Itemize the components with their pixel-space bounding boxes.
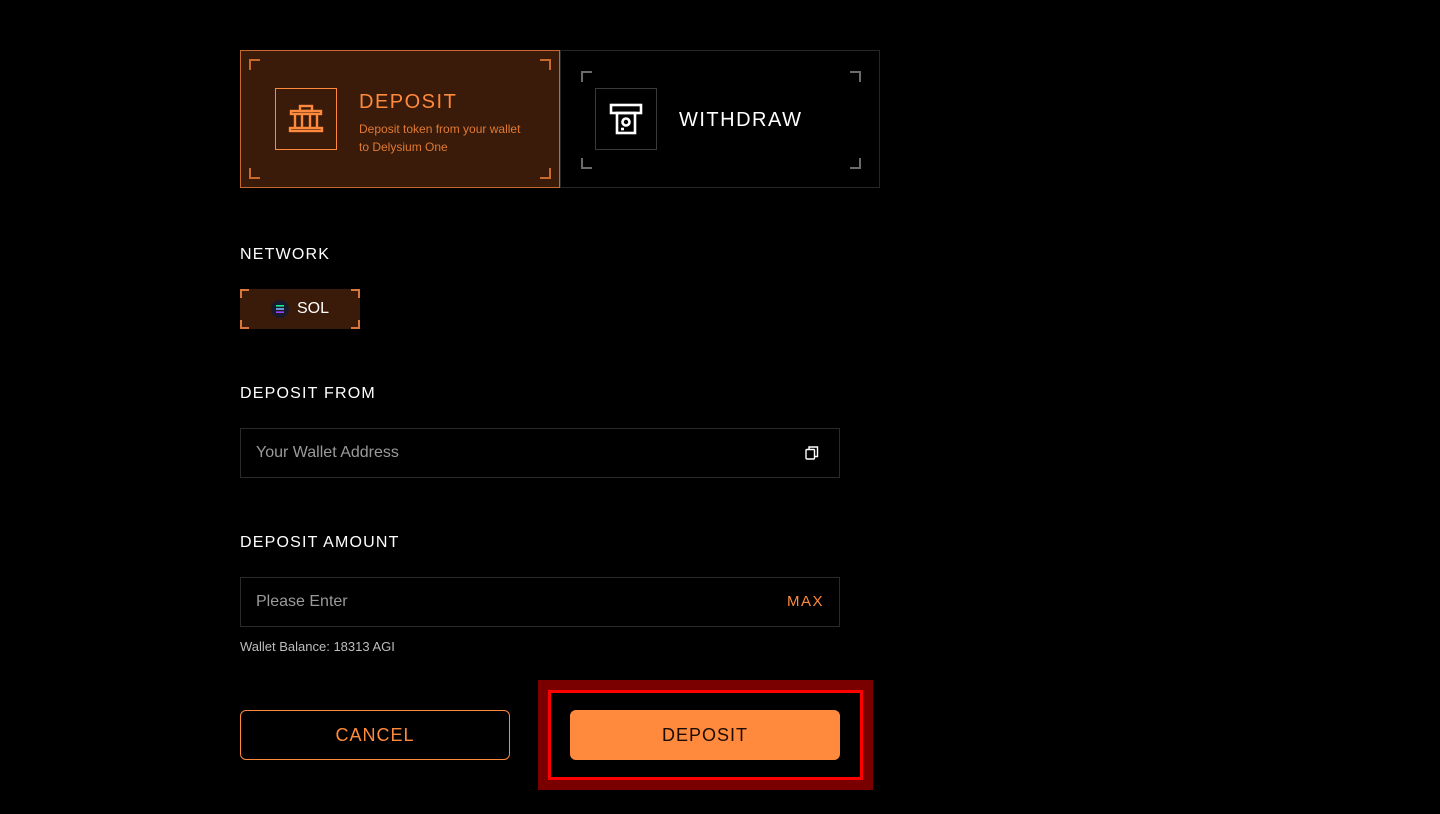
network-option-label: SOL <box>296 300 329 317</box>
corner-bracket <box>540 168 551 179</box>
corner-bracket <box>850 71 861 82</box>
bank-icon <box>275 88 337 150</box>
corner-bracket <box>249 168 260 179</box>
tab-deposit-title: DEPOSIT <box>359 91 458 113</box>
wallet-address-input[interactable] <box>241 429 839 477</box>
corner-bracket <box>850 158 861 169</box>
cancel-button[interactable]: CANCEL <box>240 710 510 760</box>
corner-bracket <box>240 320 249 329</box>
solana-logo-icon <box>270 300 289 318</box>
tab-withdraw-title: WITHDRAW <box>679 109 803 131</box>
network-label: NETWORK <box>240 246 331 263</box>
corner-bracket <box>240 289 249 298</box>
deposit-button[interactable]: DEPOSIT <box>570 710 840 760</box>
atm-withdraw-icon <box>595 88 657 150</box>
corner-bracket <box>249 59 260 70</box>
deposit-page: DEPOSIT Deposit token from your wallet t… <box>0 0 1440 814</box>
deposit-amount-input[interactable] <box>241 578 839 626</box>
corner-bracket <box>581 158 592 169</box>
deposit-from-label: DEPOSIT FROM <box>240 385 376 402</box>
wallet-balance-text: Wallet Balance: 18313 AGI <box>240 639 395 654</box>
corner-bracket <box>351 320 360 329</box>
corner-bracket <box>581 71 592 82</box>
copy-icon[interactable] <box>803 444 821 462</box>
network-option-sol[interactable]: SOL <box>240 289 360 329</box>
tab-deposit[interactable]: DEPOSIT Deposit token from your wallet t… <box>240 50 560 188</box>
corner-bracket <box>540 59 551 70</box>
wallet-address-field <box>240 428 840 478</box>
corner-bracket <box>351 289 360 298</box>
max-button[interactable]: MAX <box>787 593 824 610</box>
deposit-amount-label: DEPOSIT AMOUNT <box>240 534 400 551</box>
deposit-amount-field: MAX <box>240 577 840 627</box>
tab-withdraw[interactable]: WITHDRAW <box>560 50 880 188</box>
tab-deposit-description: Deposit token from your wallet to Delysi… <box>359 122 521 154</box>
